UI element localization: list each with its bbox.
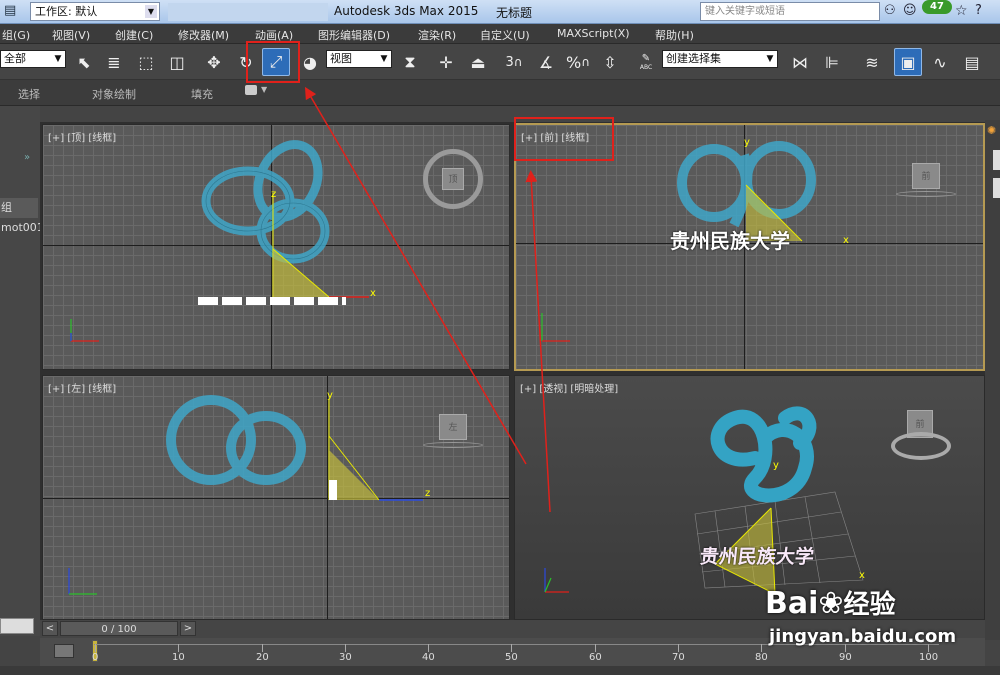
annotation-arrows <box>304 86 551 513</box>
